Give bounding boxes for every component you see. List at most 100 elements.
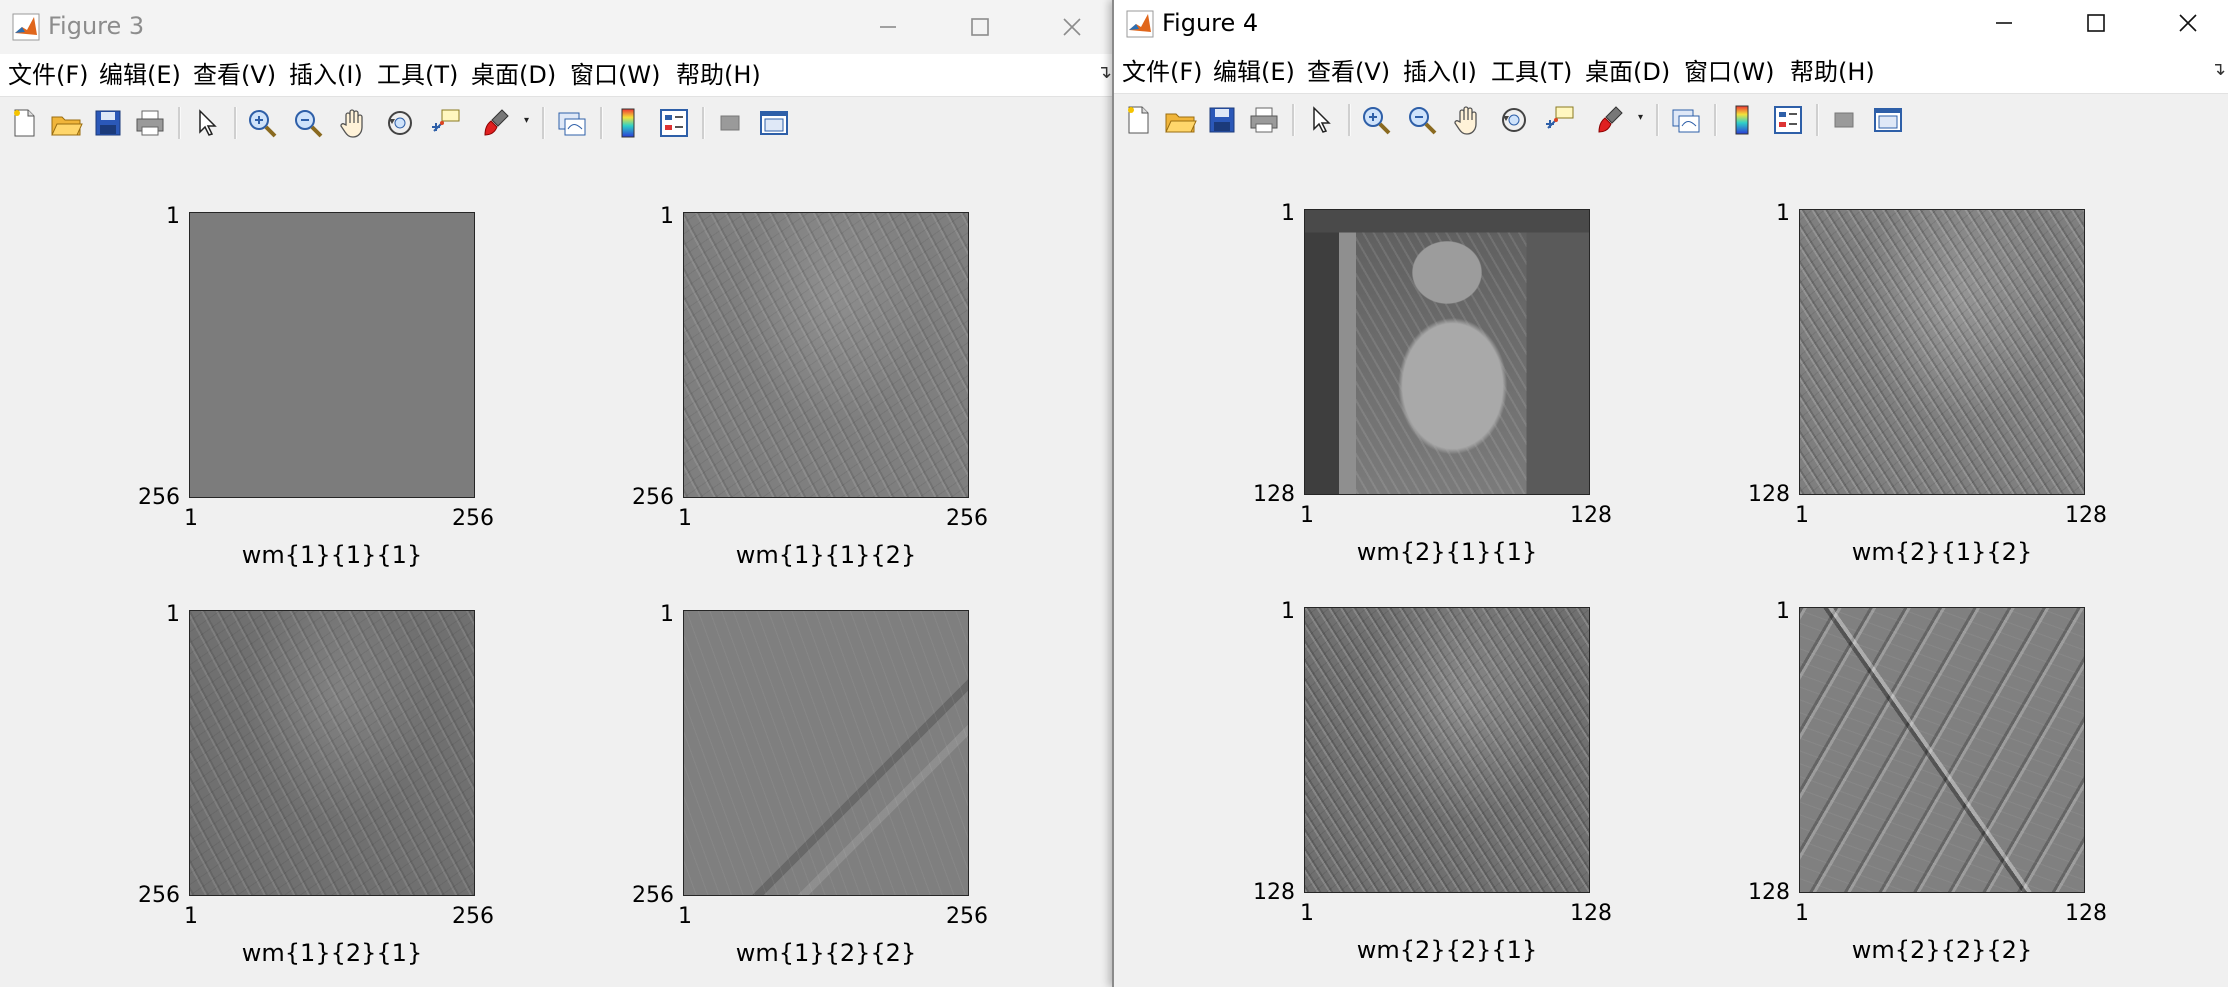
x-tick-left: 1 [1795,901,1809,926]
axes-image-2[interactable] [683,212,969,498]
legend-icon[interactable] [1770,102,1806,138]
brush-dropdown-icon[interactable]: ▾ [1638,112,1648,124]
save-icon[interactable] [90,105,126,141]
link-plot-icon[interactable] [1668,102,1704,138]
menu-tools[interactable]: 工具(T) [377,60,458,90]
pan-hand-icon[interactable] [336,105,372,141]
show-plot-tools-icon[interactable] [756,105,792,141]
new-figure-icon[interactable] [6,105,42,141]
menu-window[interactable]: 窗口(W) [570,60,660,90]
rotate-3d-icon[interactable] [1496,102,1532,138]
y-tick-bottom: 256 [632,485,674,510]
x-tick-left: 1 [678,904,692,929]
save-icon[interactable] [1204,102,1240,138]
maximize-button[interactable] [2050,0,2142,50]
menu-insert[interactable]: 插入(I) [289,60,363,90]
axes-image-4[interactable] [683,610,969,896]
axes-label: wm{2}{1}{2} [1851,538,2033,566]
y-tick-top: 1 [1776,201,1790,226]
colorbar-icon[interactable] [1724,102,1760,138]
menu-overflow-icon[interactable]: ↴ [1097,62,1112,83]
title-bar[interactable]: Figure 3 [0,0,1112,54]
hide-plot-tools-icon[interactable] [1826,102,1862,138]
toolbar-separator [1348,104,1351,136]
menu-help[interactable]: 帮助(H) [1790,57,1875,87]
menu-view[interactable]: 查看(V) [1307,57,1390,87]
rotate-3d-icon[interactable] [382,105,418,141]
axes-image-3[interactable] [189,610,475,896]
link-plot-icon[interactable] [554,105,590,141]
axes-label: wm{1}{2}{1} [241,939,423,967]
show-plot-tools-icon[interactable] [1870,102,1906,138]
close-button[interactable] [2142,0,2228,50]
axes-image-1[interactable] [1304,209,1590,495]
new-figure-icon[interactable] [1120,102,1156,138]
toolbar-separator [542,107,545,139]
close-button[interactable] [1026,0,1112,54]
menu-overflow-icon[interactable]: ↴ [2211,59,2226,80]
menu-insert[interactable]: 插入(I) [1403,57,1477,87]
edit-plot-pointer-icon[interactable] [1302,102,1338,138]
zoom-out-icon[interactable] [290,105,326,141]
y-tick-top: 1 [166,204,180,229]
figure-canvas: 1 256 1 256 wm{1}{1}{1} 1 256 1 256 wm{1… [0,149,1112,987]
y-tick-bottom: 128 [1253,482,1295,507]
menu-edit[interactable]: 编辑(E) [99,60,181,90]
x-tick-right: 256 [946,904,988,929]
data-cursor-icon[interactable] [428,105,464,141]
x-tick-left: 1 [1795,503,1809,528]
menu-file[interactable]: 文件(F) [8,60,89,90]
edit-plot-pointer-icon[interactable] [188,105,224,141]
print-icon[interactable] [132,105,168,141]
matlab-logo-icon [1126,10,1154,38]
menu-desktop[interactable]: 桌面(D) [1585,57,1670,87]
menu-tools[interactable]: 工具(T) [1491,57,1572,87]
menu-window[interactable]: 窗口(W) [1684,57,1774,87]
menu-view[interactable]: 查看(V) [193,60,276,90]
close-icon [1063,18,1081,36]
axes-label: wm{2}{2}{2} [1851,936,2033,964]
zoom-in-icon[interactable] [1358,102,1394,138]
colorbar-icon[interactable] [610,105,646,141]
brush-dropdown-icon[interactable]: ▾ [524,115,534,127]
legend-icon[interactable] [656,105,692,141]
data-cursor-icon[interactable] [1542,102,1578,138]
menu-bar: 文件(F) 编辑(E) 查看(V) 插入(I) 工具(T) 桌面(D) 窗口(W… [0,54,1112,96]
matlab-logo-icon [12,13,40,41]
title-bar[interactable]: Figure 4 [1114,0,2228,54]
maximize-button[interactable] [934,0,1026,54]
window-title: Figure 3 [48,12,145,40]
x-tick-right: 128 [1570,901,1612,926]
y-tick-top: 1 [1281,201,1295,226]
zoom-in-icon[interactable] [244,105,280,141]
minimize-button[interactable] [842,0,934,54]
axes-image-1[interactable] [189,212,475,498]
x-tick-right: 128 [2065,901,2107,926]
menu-desktop[interactable]: 桌面(D) [471,60,556,90]
axes-image-3[interactable] [1304,607,1590,893]
minimize-icon [880,26,896,28]
zoom-out-icon[interactable] [1404,102,1440,138]
brush-icon[interactable] [1592,102,1628,138]
toolbar-separator [600,107,603,139]
toolbar-separator [1292,104,1295,136]
figure-4-window: Figure 4 文件(F) 编辑(E) 查看(V) 插入(I) 工具(T) 桌… [1112,0,2228,987]
axes-label: wm{1}{1}{2} [735,541,917,569]
y-tick-bottom: 128 [1748,482,1790,507]
print-icon[interactable] [1246,102,1282,138]
axes-image-4[interactable] [1799,607,2085,893]
pan-hand-icon[interactable] [1450,102,1486,138]
x-tick-right: 256 [452,904,494,929]
toolbar-separator [178,107,181,139]
x-tick-right: 256 [946,506,988,531]
hide-plot-tools-icon[interactable] [712,105,748,141]
menu-help[interactable]: 帮助(H) [676,60,761,90]
open-file-icon[interactable] [1162,102,1198,138]
y-tick-top: 1 [660,204,674,229]
menu-file[interactable]: 文件(F) [1122,57,1203,87]
minimize-button[interactable] [1958,0,2050,50]
brush-icon[interactable] [478,105,514,141]
open-file-icon[interactable] [48,105,84,141]
menu-edit[interactable]: 编辑(E) [1213,57,1295,87]
axes-image-2[interactable] [1799,209,2085,495]
